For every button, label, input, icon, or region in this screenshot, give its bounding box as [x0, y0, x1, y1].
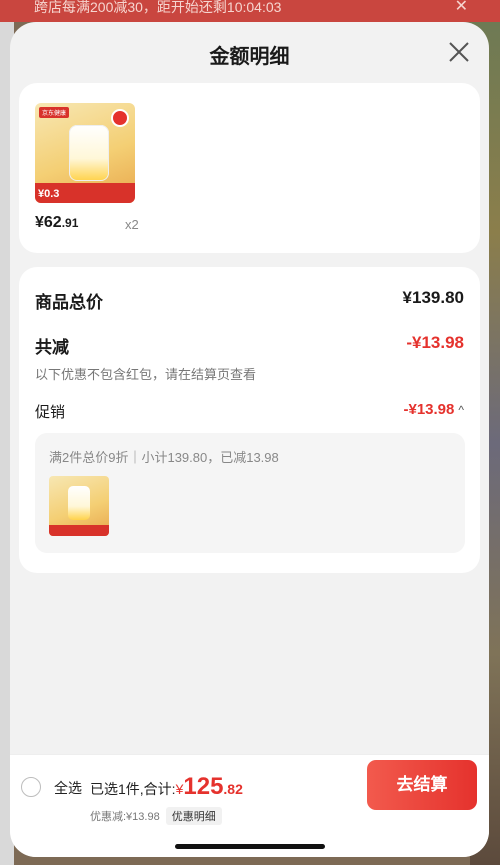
product-image-promo: ¥0.3: [38, 188, 60, 200]
discount-summary: 优惠减:¥13.98 优惠明细: [90, 807, 222, 825]
selected-count-text: 已选1件,合计:: [90, 781, 176, 797]
sheet-title: 金额明细: [209, 46, 290, 68]
total-dec: .82: [223, 781, 243, 797]
product-price-int: ¥62: [35, 214, 62, 231]
product-bottle-graphic: [69, 125, 109, 181]
selected-check-icon: [111, 109, 129, 127]
mini-bottle-graphic: [68, 486, 90, 520]
checkout-button[interactable]: 去结算: [367, 760, 477, 810]
selected-summary: 已选1件,合计:¥125.82: [90, 773, 243, 801]
product-price-dec: .91: [61, 216, 79, 230]
total-int: 125: [183, 773, 224, 800]
promotion-toggle[interactable]: -¥13.98 ^: [403, 401, 464, 418]
product-image-badge: 京东健康: [39, 107, 70, 118]
discount-note: 以下优惠不包含红包，请在结算页查看: [35, 367, 257, 382]
product-price: ¥62.91: [35, 214, 78, 232]
total-value: ¥139.80: [402, 288, 464, 307]
select-all-radio[interactable]: [21, 777, 41, 797]
discount-detail-link[interactable]: 优惠明细: [165, 807, 222, 825]
product-quantity: x2: [125, 217, 139, 232]
promotion-label: 促销: [35, 404, 66, 421]
promotion-description: 满2件总价9折｜小计139.80，已减13.98: [49, 450, 279, 465]
reduce-label: 共减: [35, 338, 69, 357]
reduce-value: -¥13.98: [406, 333, 464, 352]
background-banner-text: 跨店每满200减30，距开始还剩10:04:03: [34, 0, 282, 15]
chevron-up-icon: ^: [458, 403, 464, 417]
background-banner: 跨店每满200减30，距开始还剩10:04:03 ✕: [0, 0, 500, 22]
checkout-bar: 全选 已选1件,合计:¥125.82 优惠减:¥13.98 优惠明细 去结算: [10, 754, 489, 857]
home-indicator: [175, 844, 325, 849]
total-label: 商品总价: [35, 293, 103, 312]
summary-card: 商品总价 ¥139.80 共减 -¥13.98 以下优惠不包含红包，请在结算页查…: [19, 267, 480, 573]
mini-promo-band: [49, 525, 109, 536]
product-image[interactable]: 京东健康 ¥0.3: [35, 103, 135, 203]
promotion-product-image: [49, 476, 109, 536]
close-icon[interactable]: [447, 40, 471, 64]
amount-detail-sheet: 金额明细 京东健康 ¥0.3 ¥62.91 x2 商品总价 ¥139.80 共减…: [10, 22, 489, 857]
promotion-value: -¥13.98: [403, 401, 455, 418]
product-card: 京东健康 ¥0.3 ¥62.91 x2: [19, 83, 480, 253]
select-all-label[interactable]: 全选: [54, 778, 82, 798]
promotion-detail-box: 满2件总价9折｜小计139.80，已减13.98: [35, 433, 465, 553]
banner-close-icon: ✕: [454, 0, 468, 15]
discount-text: 优惠减:¥13.98: [90, 811, 160, 823]
